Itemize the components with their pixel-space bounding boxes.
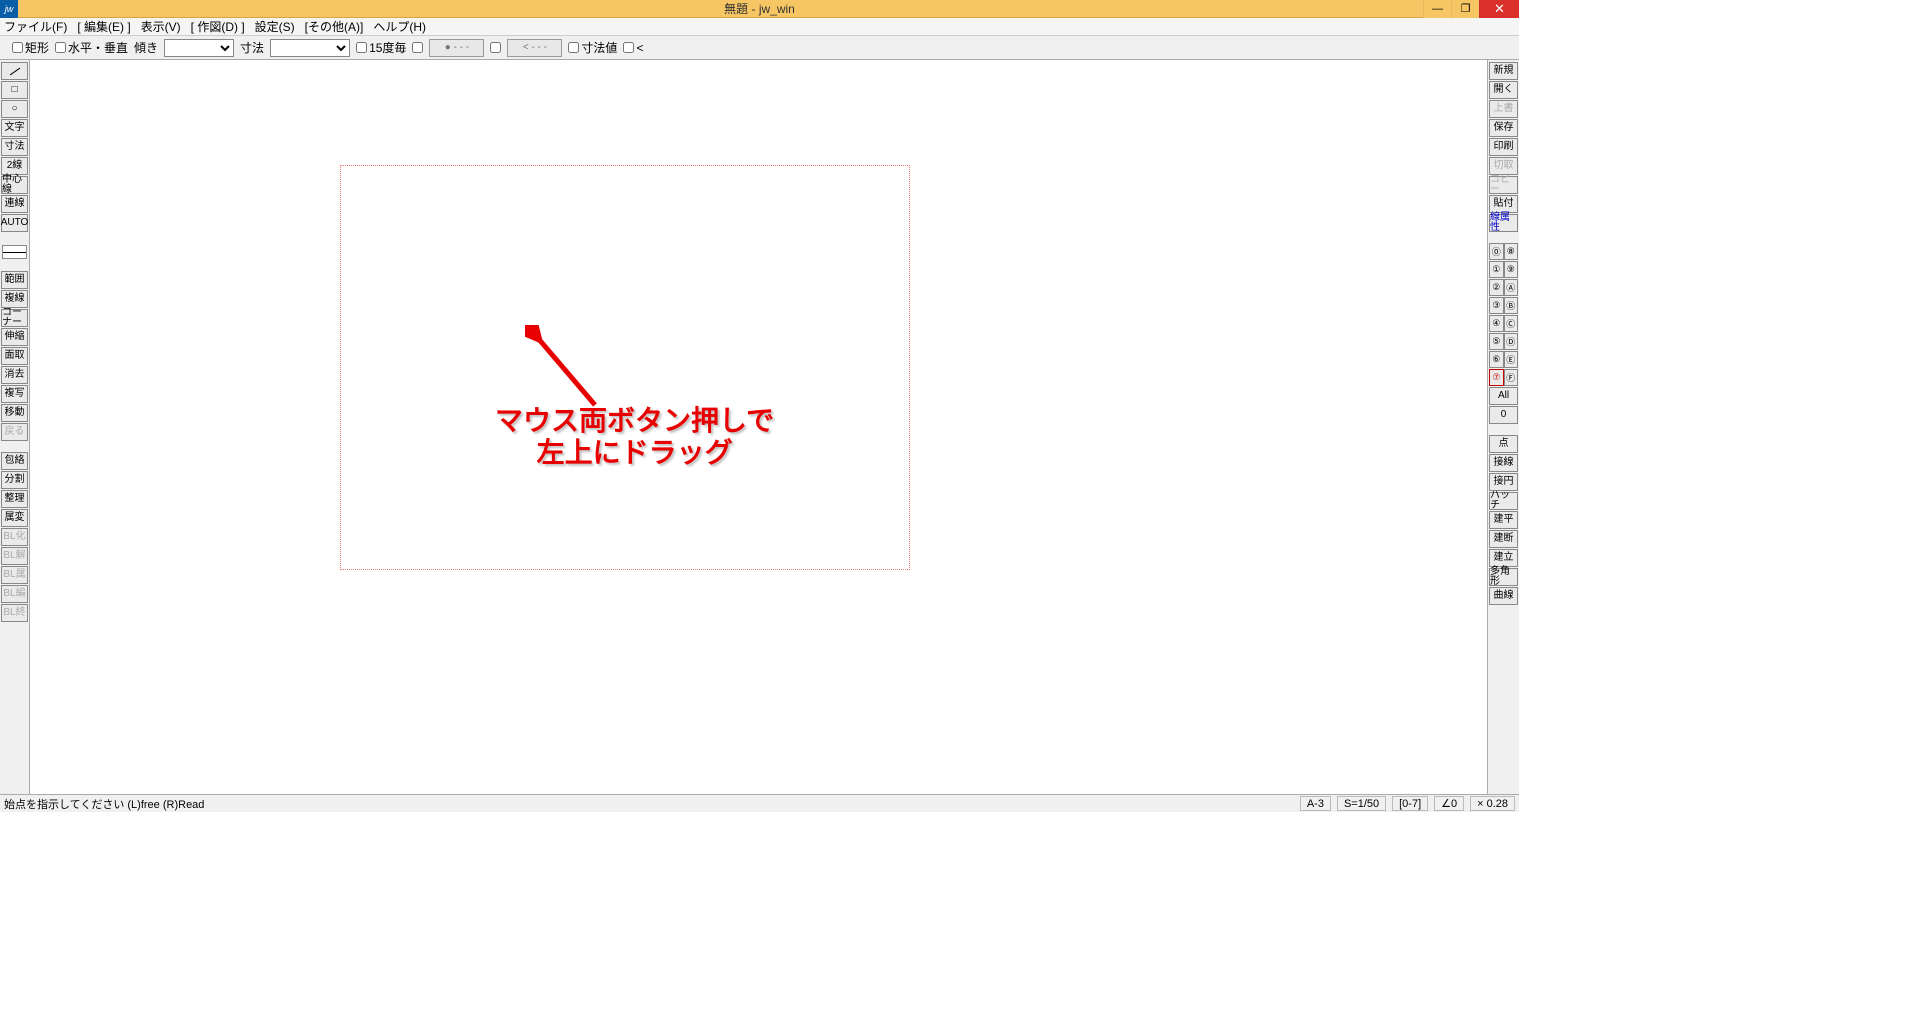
- opt-dimval[interactable]: 寸法値: [568, 39, 617, 56]
- rt-tanline[interactable]: 接線: [1489, 454, 1518, 472]
- tool-corner[interactable]: コーナー: [1, 309, 28, 327]
- opt-tilt-select[interactable]: [164, 39, 234, 57]
- layer-pair-4[interactable]: ④Ⓒ: [1489, 315, 1518, 332]
- tool-text[interactable]: 文字: [1, 119, 28, 137]
- rt-polygon[interactable]: 多角形: [1489, 568, 1518, 586]
- opt-chk1[interactable]: [412, 42, 423, 53]
- status-layer[interactable]: [0-7]: [1392, 796, 1428, 811]
- opt-btn1[interactable]: ● - - -: [429, 39, 484, 57]
- annotation-arrow-icon: [525, 325, 615, 415]
- tool-clean[interactable]: 整理: [1, 490, 28, 508]
- tool-attr[interactable]: 属変: [1, 509, 28, 527]
- status-zoom[interactable]: × 0.28: [1470, 796, 1515, 811]
- opt-btn2[interactable]: < - - -: [507, 39, 562, 57]
- rt-copy[interactable]: コピー: [1489, 176, 1518, 194]
- menu-draw[interactable]: [ 作図(D) ]: [191, 18, 245, 35]
- status-hint: 始点を指示してください (L)free (R)Read: [4, 796, 204, 812]
- tool-envelop[interactable]: 包絡: [1, 452, 28, 470]
- rt-new[interactable]: 新規: [1489, 62, 1518, 80]
- option-bar: 矩形 水平・垂直 傾き 寸法 15度毎 ● - - - < - - - 寸法値 …: [0, 36, 1519, 60]
- line-color-box[interactable]: [2, 245, 27, 259]
- rt-cut[interactable]: 切取: [1489, 157, 1518, 175]
- tool-bl4[interactable]: BL編: [1, 585, 28, 603]
- tool-move[interactable]: 移動: [1, 404, 28, 422]
- tool-bl3[interactable]: BL属: [1, 566, 28, 584]
- status-paper[interactable]: A-3: [1300, 796, 1331, 811]
- tool-polyline[interactable]: 連線: [1, 195, 28, 213]
- tool-undo[interactable]: 戻る: [1, 423, 28, 441]
- title-bar: jw 無題 - jw_win — ❐ ✕: [0, 0, 1519, 18]
- menu-settings[interactable]: 設定(S): [255, 18, 295, 35]
- tool-2line[interactable]: 2線: [1, 157, 28, 175]
- tool-dim[interactable]: 寸法: [1, 138, 28, 156]
- right-toolbar: 新規 開く 上書 保存 印刷 切取 コピー 貼付 線属性 ⓪⑧ ①⑨ ②Ⓐ ③Ⓑ…: [1487, 60, 1519, 794]
- menu-bar: ファイル(F) [ 編集(E) ] 表示(V) [ 作図(D) ] 設定(S) …: [0, 18, 1519, 36]
- rt-all[interactable]: All: [1489, 387, 1518, 405]
- menu-help[interactable]: ヘルプ(H): [373, 18, 426, 35]
- menu-other[interactable]: [その他(A)]: [305, 18, 364, 35]
- minimize-button[interactable]: —: [1423, 0, 1451, 18]
- rt-elev[interactable]: 建立: [1489, 549, 1518, 567]
- tool-offset[interactable]: 複線: [1, 290, 28, 308]
- rt-overwrite[interactable]: 上書: [1489, 100, 1518, 118]
- rt-point[interactable]: 点: [1489, 435, 1518, 453]
- maximize-button[interactable]: ❐: [1451, 0, 1479, 18]
- tool-copy[interactable]: 複写: [1, 385, 28, 403]
- paper-border: [340, 165, 910, 570]
- status-scale[interactable]: S=1/50: [1337, 796, 1386, 811]
- opt-hv[interactable]: 水平・垂直: [55, 39, 128, 56]
- tool-bl1[interactable]: BL化: [1, 528, 28, 546]
- window-title: 無題 - jw_win: [724, 0, 795, 17]
- tool-extend[interactable]: 伸縮: [1, 328, 28, 346]
- tool-range[interactable]: 範囲: [1, 271, 28, 289]
- rt-save[interactable]: 保存: [1489, 119, 1518, 137]
- tool-circle[interactable]: ○: [1, 100, 28, 118]
- layer-pair-3[interactable]: ③Ⓑ: [1489, 297, 1518, 314]
- rt-print[interactable]: 印刷: [1489, 138, 1518, 156]
- status-bar: 始点を指示してください (L)free (R)Read A-3 S=1/50 […: [0, 794, 1519, 812]
- layer-pair-2[interactable]: ②Ⓐ: [1489, 279, 1518, 296]
- layer-pair-0[interactable]: ⓪⑧: [1489, 243, 1518, 260]
- opt-lt[interactable]: <: [623, 41, 643, 55]
- layer-pair-6[interactable]: ⑥Ⓔ: [1489, 351, 1518, 368]
- opt-dim-label: 寸法: [240, 39, 264, 56]
- rt-section[interactable]: 建断: [1489, 530, 1518, 548]
- tool-auto[interactable]: AUTO: [1, 214, 28, 232]
- menu-edit[interactable]: [ 編集(E) ]: [77, 18, 130, 35]
- tool-erase[interactable]: 消去: [1, 366, 28, 384]
- layer-pair-5[interactable]: ⑤Ⓓ: [1489, 333, 1518, 350]
- app-icon: jw: [0, 0, 18, 18]
- menu-file[interactable]: ファイル(F): [4, 18, 67, 35]
- rt-zero[interactable]: 0: [1489, 406, 1518, 424]
- rt-curve[interactable]: 曲線: [1489, 587, 1518, 605]
- window-controls: — ❐ ✕: [1423, 0, 1519, 18]
- status-angle[interactable]: ∠0: [1434, 796, 1464, 811]
- rt-hatch[interactable]: ハッチ: [1489, 492, 1518, 510]
- opt-tilt-label: 傾き: [134, 39, 158, 56]
- tool-chamfer[interactable]: 面取: [1, 347, 28, 365]
- tool-line[interactable]: [1, 62, 28, 80]
- close-button[interactable]: ✕: [1479, 0, 1519, 18]
- rt-paste[interactable]: 貼付: [1489, 195, 1518, 213]
- opt-chk2[interactable]: [490, 42, 501, 53]
- menu-view[interactable]: 表示(V): [141, 18, 181, 35]
- opt-rect[interactable]: 矩形: [12, 39, 49, 56]
- rt-tancircle[interactable]: 接円: [1489, 473, 1518, 491]
- annotation-text: マウス両ボタン押しで 左上にドラッグ: [495, 405, 774, 469]
- tool-bl5[interactable]: BL終: [1, 604, 28, 622]
- opt-15deg[interactable]: 15度毎: [356, 39, 406, 56]
- rt-lineattr[interactable]: 線属性: [1489, 214, 1518, 232]
- rt-plan[interactable]: 建平: [1489, 511, 1518, 529]
- tool-center[interactable]: 中心線: [1, 176, 28, 194]
- opt-dim-select[interactable]: [270, 39, 350, 57]
- drawing-canvas[interactable]: マウス両ボタン押しで 左上にドラッグ: [30, 60, 1487, 794]
- tool-divide[interactable]: 分割: [1, 471, 28, 489]
- left-toolbar: □ ○ 文字 寸法 2線 中心線 連線 AUTO 範囲 複線 コーナー 伸縮 面…: [0, 60, 30, 794]
- layer-pair-7[interactable]: ⑦Ⓕ: [1489, 369, 1518, 386]
- rt-open[interactable]: 開く: [1489, 81, 1518, 99]
- tool-rect[interactable]: □: [1, 81, 28, 99]
- layer-pair-1[interactable]: ①⑨: [1489, 261, 1518, 278]
- tool-bl2[interactable]: BL解: [1, 547, 28, 565]
